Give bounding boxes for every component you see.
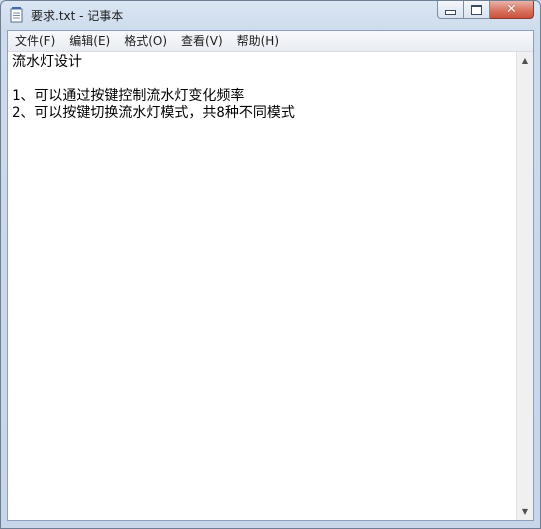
menu-edit[interactable]: 编辑(E) bbox=[62, 31, 117, 51]
close-button[interactable]: ✕ bbox=[490, 1, 534, 19]
vertical-scrollbar[interactable]: ▲ ▼ bbox=[516, 52, 533, 520]
scroll-down-button[interactable]: ▼ bbox=[517, 503, 533, 520]
minimize-button[interactable] bbox=[437, 1, 464, 19]
close-icon: ✕ bbox=[506, 2, 517, 17]
document-line: 流水灯设计 bbox=[12, 54, 82, 70]
window-controls: ✕ bbox=[437, 1, 534, 20]
menu-help[interactable]: 帮助(H) bbox=[230, 31, 286, 51]
maximize-button[interactable] bbox=[464, 1, 490, 19]
menu-format[interactable]: 格式(O) bbox=[117, 31, 174, 51]
scroll-down-icon: ▼ bbox=[521, 507, 529, 516]
menu-view[interactable]: 查看(V) bbox=[174, 31, 230, 51]
window-title: 要求.txt - 记事本 bbox=[31, 9, 124, 23]
maximize-icon bbox=[471, 4, 482, 15]
text-editor[interactable]: 流水灯设计 1、可以通过按键控制流水灯变化频率 2、可以按键切换流水灯模式，共8种… bbox=[8, 52, 516, 520]
menu-file[interactable]: 文件(F) bbox=[8, 31, 62, 51]
title-bar[interactable]: 要求.txt - 记事本 ✕ bbox=[1, 1, 540, 29]
document-line: 1、可以通过按键控制流水灯变化频率 bbox=[12, 88, 245, 104]
document-line: 2、可以按键切换流水灯模式，共8种不同模式 bbox=[12, 105, 295, 121]
client-area: 文件(F) 编辑(E) 格式(O) 查看(V) 帮助(H) 流水灯设计 1、可以… bbox=[7, 30, 534, 521]
notepad-window: 要求.txt - 记事本 ✕ 文件(F) 编辑(E) 格式(O) 查看(V) 帮… bbox=[0, 0, 541, 529]
minimize-icon bbox=[445, 10, 456, 15]
scroll-up-icon: ▲ bbox=[521, 56, 529, 65]
document-text[interactable]: 流水灯设计 1、可以通过按键控制流水灯变化频率 2、可以按键切换流水灯模式，共8种… bbox=[8, 52, 516, 122]
scroll-up-button[interactable]: ▲ bbox=[517, 52, 533, 69]
notepad-icon bbox=[10, 7, 23, 23]
menu-bar: 文件(F) 编辑(E) 格式(O) 查看(V) 帮助(H) bbox=[8, 31, 533, 52]
